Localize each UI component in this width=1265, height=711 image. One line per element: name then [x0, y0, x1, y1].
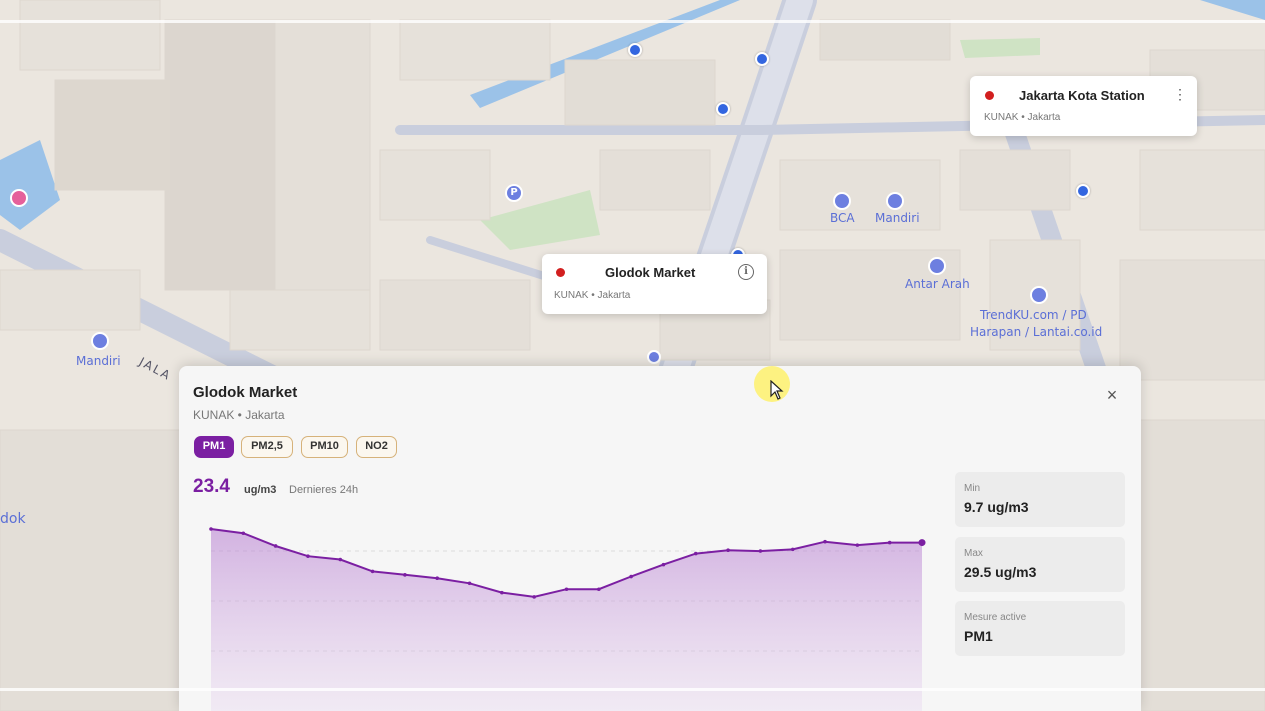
current-value: 23.4	[193, 476, 230, 497]
panel-subtitle: KUNAK • Jakarta	[193, 408, 285, 422]
stat-max-label: Max	[964, 548, 983, 559]
more-options-icon[interactable]: ⋮	[1173, 87, 1187, 101]
chart-point	[564, 587, 569, 592]
station-popup-glodok[interactable]: Glodok Market KUNAK • Jakarta i	[542, 254, 767, 314]
stat-min-value: 9.7 ug/m3	[964, 499, 1029, 515]
poi-icon[interactable]	[10, 189, 28, 207]
chart-point	[467, 581, 472, 586]
chart-point	[823, 539, 827, 544]
stat-active-label: Mesure active	[964, 612, 1027, 623]
chart-point	[790, 547, 795, 552]
chart-point	[918, 539, 926, 547]
pollutant-tab-pm25[interactable]: PM2,5	[241, 436, 293, 458]
station-pin[interactable]	[628, 43, 642, 57]
pollutant-tab-pm10[interactable]: PM10	[301, 436, 348, 458]
station-name: Glodok Market	[605, 265, 696, 280]
info-poi-icon[interactable]	[647, 350, 661, 364]
chart-point	[693, 551, 698, 556]
status-dot	[556, 268, 565, 277]
chart-point	[532, 595, 536, 599]
map-label-mandiri: Mandiri	[875, 211, 920, 225]
info-icon[interactable]: i	[738, 264, 754, 280]
chart-point	[209, 527, 213, 531]
bank-poi-icon[interactable]	[886, 192, 904, 210]
map-label-harapan: Harapan / Lantai.co.id	[970, 325, 1103, 339]
stat-min: Min 9.7 ug/m3	[955, 472, 1125, 527]
station-subtitle: KUNAK • Jakarta	[984, 112, 1061, 123]
current-value-unit: ug/m3	[244, 484, 277, 496]
chart-point	[855, 543, 860, 547]
station-pin[interactable]	[716, 102, 730, 116]
map-label-edge: dok	[0, 511, 26, 527]
pollutant-tab-no2[interactable]: NO2	[356, 436, 397, 458]
chart-point	[403, 573, 407, 577]
time-period: Dernieres 24h	[289, 484, 359, 496]
chart-point	[887, 540, 892, 545]
pollutant-tab-pm1[interactable]: PM1	[194, 436, 234, 458]
chart-point	[661, 562, 666, 567]
map-label-trendku: TrendKU.com / PD	[980, 308, 1087, 322]
chart-point	[241, 531, 246, 536]
mouse-cursor-icon	[770, 380, 784, 400]
station-popup-jakarta-kota[interactable]: Jakarta Kota Station KUNAK • Jakarta ⋮	[970, 76, 1197, 136]
chart-point	[597, 587, 601, 592]
pm1-area-chart	[209, 527, 926, 711]
stat-active-value: PM1	[964, 628, 993, 644]
map-label-bca: BCA	[830, 211, 855, 225]
chart-point	[306, 554, 310, 558]
poi-icon[interactable]	[928, 257, 946, 275]
panel-title: Glodok Market	[193, 384, 298, 401]
parking-icon[interactable]: P	[505, 184, 523, 202]
shop-poi-icon[interactable]	[1030, 286, 1048, 304]
close-button[interactable]: ×	[1103, 386, 1121, 404]
station-name: Jakarta Kota Station	[1019, 88, 1145, 103]
frame-edge-top	[0, 20, 1265, 23]
bank-poi-icon[interactable]	[91, 332, 109, 350]
status-dot	[985, 91, 994, 100]
bank-poi-icon[interactable]	[833, 192, 851, 210]
map-label-mandiri-left: Mandiri	[76, 354, 121, 368]
station-pin[interactable]	[755, 52, 769, 66]
stat-max-value: 29.5 ug/m3	[964, 564, 1037, 580]
stat-min-label: Min	[964, 483, 981, 494]
station-detail-panel: Glodok Market KUNAK • Jakarta × PM1 PM2,…	[179, 366, 1141, 711]
map-label-antar-arah: Antar Arah	[905, 277, 970, 291]
chart-point	[629, 574, 633, 579]
chart-point	[726, 548, 730, 553]
chart-point	[338, 557, 343, 562]
frame-edge-bottom	[0, 688, 1265, 691]
chart-point	[273, 544, 278, 548]
station-subtitle: KUNAK • Jakarta	[554, 290, 631, 301]
station-pin[interactable]	[1076, 184, 1090, 198]
park-area-top	[960, 38, 1040, 58]
chart-point	[758, 549, 763, 553]
stat-max: Max 29.5 ug/m3	[955, 537, 1125, 592]
stat-active-measure: Mesure active PM1	[955, 601, 1125, 656]
chart-point	[370, 569, 375, 574]
chart-point	[500, 590, 504, 595]
chart-point	[435, 576, 440, 581]
